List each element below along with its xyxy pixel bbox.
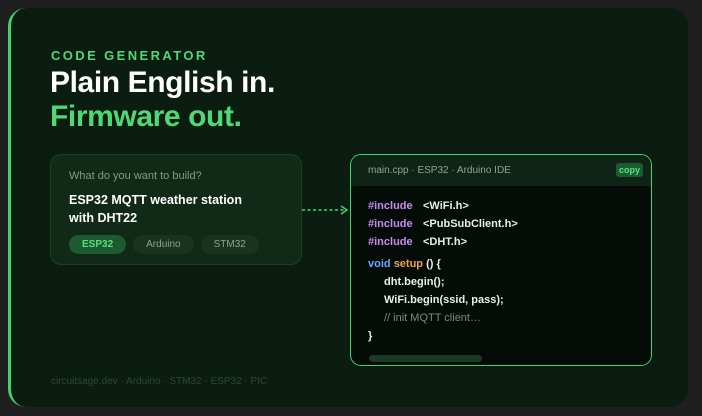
prompt-text[interactable]: ESP32 MQTT weather station with DHT22 [69,191,269,227]
code-line: void setup () { [368,255,518,273]
code-line: dht.begin(); [384,276,445,288]
function-signature: () { [423,258,441,270]
include-file: <DHT.h> [423,236,468,248]
code-line: } [368,330,373,342]
chip-stm32[interactable]: STM32 [200,235,259,254]
include-file: <WiFi.h> [423,200,469,212]
code-output-panel: main.cpp · ESP32 · Arduino IDE copy #inc… [350,154,652,366]
prompt-input-card[interactable]: What do you want to build? ESP32 MQTT we… [50,154,302,265]
chip-esp32[interactable]: ESP32 [69,235,127,254]
include-keyword: #include [368,236,413,248]
arrow-connector-icon [302,205,349,215]
function-name: setup [393,258,424,270]
include-file: <PubSubClient.h> [423,218,518,230]
hero-card: CODE GENERATOR Plain English in. Firmwar… [8,8,688,407]
headline-line-2: Firmware out. [50,100,242,133]
include-keyword: #include [368,218,413,230]
chip-arduino[interactable]: Arduino [133,235,194,254]
code-line: WiFi.begin(ssid, pass); [384,294,504,306]
eyebrow-label: CODE GENERATOR [51,48,208,63]
copy-button[interactable]: copy [615,163,643,177]
code-line: #include <DHT.h> [368,233,518,251]
generation-progress-bar [369,355,482,362]
code-body: #include <WiFi.h> #include <PubSubClient.h… [368,197,518,345]
code-header: main.cpp · ESP32 · Arduino IDE copy [351,155,651,186]
code-line: #include <PubSubClient.h> [368,215,518,233]
code-line: #include <WiFi.h> [368,197,518,215]
code-comment: // init MQTT client… [384,312,481,324]
footer-text: circuitsage.dev · Arduino · STM32 · ESP3… [51,376,268,387]
include-keyword: #include [368,200,413,212]
prompt-label: What do you want to build? [69,170,202,182]
headline-line-1: Plain English in. [50,66,275,99]
void-keyword: void [368,258,391,270]
platform-chips: ESP32 Arduino STM32 [69,235,259,254]
code-file-title: main.cpp · ESP32 · Arduino IDE [368,165,511,176]
